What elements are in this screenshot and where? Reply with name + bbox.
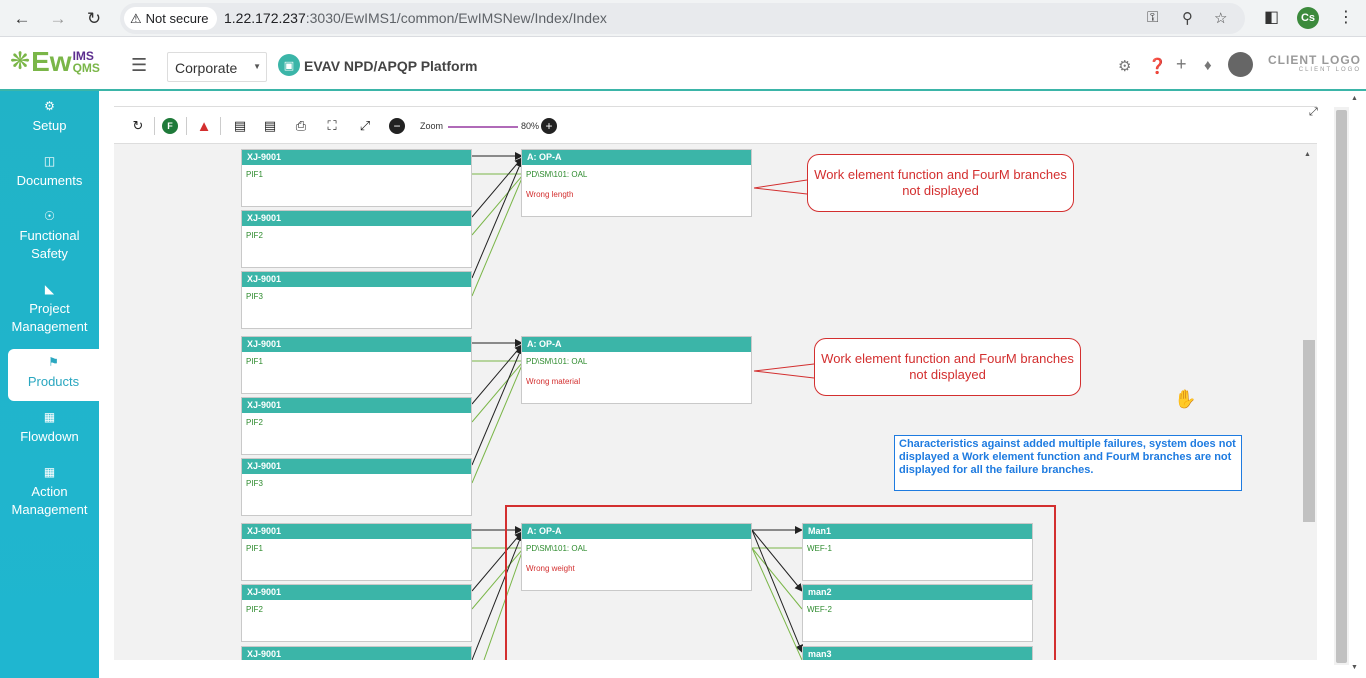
app-logo[interactable]: ❋ Ew IMS QMS xyxy=(10,48,100,76)
hand-cursor-icon: ✋ xyxy=(1174,389,1197,409)
back-icon[interactable]: ← xyxy=(10,7,34,31)
operation-node[interactable]: A: OP-A PD\SM\101: OAL Wrong material xyxy=(521,336,752,404)
refresh-icon[interactable]: ↻ xyxy=(130,118,146,134)
zoom-search-icon[interactable]: ⚲ xyxy=(1182,9,1193,27)
toolbar-divider xyxy=(186,117,187,135)
star-icon[interactable]: ☆ xyxy=(1214,9,1227,27)
url-text: 1.22.172.237:3030/EwIMS1/common/EwIMSNew… xyxy=(224,10,607,26)
zoom-slider[interactable] xyxy=(448,126,518,128)
settings-gear-icon[interactable]: ⚙ xyxy=(1118,57,1131,75)
warning-icon: ⚠ xyxy=(130,10,142,26)
address-bar[interactable]: ⚠ Not secure 1.22.172.237:3030/EwIMS1/co… xyxy=(120,3,1245,34)
user-avatar[interactable] xyxy=(1228,52,1253,77)
building-icon: ▦ xyxy=(43,465,56,479)
annotation-callout: Work element function and FourM branches… xyxy=(814,338,1081,396)
gears-icon: ⚙ xyxy=(44,99,55,113)
source-node[interactable]: XJ-9001 PIF2 xyxy=(241,397,472,455)
sidebar-item-products[interactable]: ⚑ Products xyxy=(8,349,99,401)
document-icon: ◫ xyxy=(43,154,56,168)
platform-title: EVAV NPD/APQP Platform xyxy=(304,58,478,74)
unit-select[interactable]: Corporate ▼ xyxy=(167,52,267,82)
sidebar-item-project-management[interactable]: ◣ Project Management xyxy=(0,280,99,336)
export-jpg-icon[interactable]: ▤ xyxy=(232,118,248,134)
toolbar-divider xyxy=(154,117,155,135)
f-filter-button[interactable]: F xyxy=(162,118,178,134)
help-icon[interactable]: ❓ xyxy=(1148,57,1167,75)
security-indicator[interactable]: ⚠ Not secure xyxy=(124,7,217,30)
diagram-panel: ↻ F ▲ ▤ ▤ ⎙ ⛶ ⤢ − Zoom 80% + XJ-9001 PIF… xyxy=(114,106,1317,660)
page-scroll-up-icon[interactable]: ▲ xyxy=(1351,95,1358,102)
reload-icon[interactable]: ↻ xyxy=(82,7,106,31)
bell-icon[interactable]: ♦ xyxy=(1204,57,1212,74)
scroll-up-icon[interactable]: ▲ xyxy=(1304,151,1311,158)
source-node[interactable]: XJ-9001 PIF1 xyxy=(241,523,472,581)
key-icon[interactable]: ⚿ xyxy=(1147,9,1158,26)
sidebar-item-setup[interactable]: ⚙ Setup xyxy=(0,97,99,135)
source-node[interactable]: XJ-9001 PIF1 xyxy=(241,336,472,394)
hamburger-icon[interactable]: ☰ xyxy=(131,55,147,76)
annotation-callout: Work element function and FourM branches… xyxy=(807,154,1074,212)
forward-icon[interactable]: → xyxy=(46,7,70,31)
page-scroll-down-icon[interactable]: ▼ xyxy=(1351,664,1358,671)
building-icon: ▦ xyxy=(43,410,56,424)
canvas-scroll-thumb[interactable] xyxy=(1303,340,1315,522)
sun-logo-icon: ❋ xyxy=(10,48,31,75)
caret-down-icon: ▼ xyxy=(253,62,261,71)
monitor-icon: ▣ xyxy=(278,54,300,76)
product-icon: ⚑ xyxy=(48,355,59,369)
fullscreen-icon[interactable]: ⤢ xyxy=(357,118,373,134)
app-header: ❋ Ew IMS QMS ☰ Corporate ▼ ▣ EVAV NPD/AP… xyxy=(0,37,1366,91)
menu-kebab-icon[interactable]: ⋮ xyxy=(1338,7,1354,27)
source-node[interactable]: XJ-9001 PIF3 xyxy=(241,271,472,329)
zoom-label: Zoom xyxy=(420,121,444,131)
source-node[interactable]: XJ-9001 PIF2 xyxy=(241,210,472,268)
zoom-in-icon[interactable]: + xyxy=(541,118,557,134)
client-logo: CLIENT LOGO CLIENT LOGO xyxy=(1268,53,1361,73)
page-scroll-thumb[interactable] xyxy=(1336,110,1347,663)
browser-toolbar: ← → ↻ ⚠ Not secure 1.22.172.237:3030/EwI… xyxy=(0,0,1366,37)
sidebar-item-functional-safety[interactable]: ☉ Functional Safety xyxy=(0,207,99,263)
diagram-canvas[interactable]: XJ-9001 PIF1 XJ-9001 PIF2 XJ-9001 PIF3 A: O… xyxy=(114,144,1317,660)
collapse-expand-icon[interactable]: ⤢ xyxy=(1309,106,1318,119)
print-icon[interactable]: ⎙ xyxy=(293,118,309,134)
annotation-note: Characteristics against added multiple f… xyxy=(894,435,1242,491)
source-node[interactable]: XJ-9001 xyxy=(241,646,472,660)
hierarchy-icon: ◣ xyxy=(44,282,55,296)
sidebar-item-action-management[interactable]: ▦ Action Management xyxy=(0,463,99,519)
source-node[interactable]: XJ-9001 PIF1 xyxy=(241,149,472,207)
add-icon[interactable]: + xyxy=(1176,54,1187,75)
operation-node[interactable]: A: OP-A PD\SM\101: OAL Wrong length xyxy=(521,149,752,217)
toolbar-divider xyxy=(220,117,221,135)
highlight-box xyxy=(505,505,1056,660)
sidebar-item-documents[interactable]: ◫ Documents xyxy=(0,152,99,190)
fit-screen-icon[interactable]: ⛶ xyxy=(324,118,340,134)
sidebar-item-flowdown[interactable]: ▦ Flowdown xyxy=(0,408,99,446)
sidepanel-icon[interactable]: ◧ xyxy=(1264,7,1279,27)
diagram-toolbar: ↻ F ▲ ▤ ▤ ⎙ ⛶ ⤢ − Zoom 80% + xyxy=(114,107,1317,144)
source-node[interactable]: XJ-9001 PIF3 xyxy=(241,458,472,516)
profile-avatar[interactable]: Cs xyxy=(1297,7,1319,29)
export-png-icon[interactable]: ▤ xyxy=(262,118,278,134)
zoom-value: 80% xyxy=(521,121,540,131)
sidebar: ⚙ Setup ◫ Documents ☉ Functional Safety ◣ Pr… xyxy=(0,91,99,678)
zoom-out-icon[interactable]: − xyxy=(389,118,405,134)
source-node[interactable]: XJ-9001 PIF2 xyxy=(241,584,472,642)
shield-icon: ☉ xyxy=(44,209,55,223)
warning-alert-icon[interactable]: ▲ xyxy=(196,118,212,135)
